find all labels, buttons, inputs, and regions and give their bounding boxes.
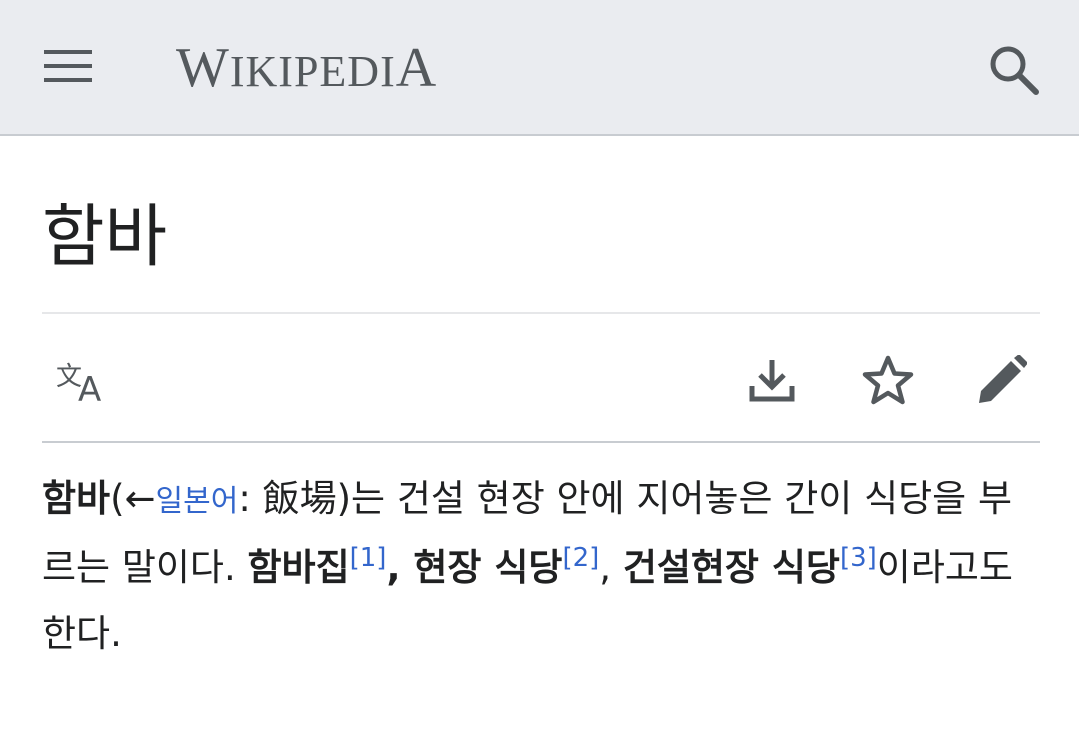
separator-1: ,: [386, 546, 414, 589]
hamburger-menu-icon[interactable]: [36, 34, 100, 98]
wordmark-first-letter: W: [176, 37, 230, 99]
alt-name-3: 건설현장 식당: [622, 546, 840, 589]
pencil-edit-icon[interactable]: [966, 340, 1038, 420]
page-title: 함바: [42, 198, 168, 277]
separator-2: ,: [599, 546, 623, 589]
article-lead-paragraph: 함바(←일본어: 飯場)는 건설 현장 안에 지어놓은 간이 식당을 부르는 말…: [42, 466, 1042, 667]
article-term: 함바: [42, 477, 111, 520]
wikipedia-wordmark[interactable]: W IKIPEDI A: [176, 38, 437, 98]
star-icon[interactable]: [852, 340, 924, 420]
reference-link-3[interactable]: [3]: [840, 543, 877, 573]
arrow-paren: (←: [110, 477, 156, 520]
search-icon[interactable]: [978, 34, 1050, 106]
page-actions-bar: 文 A: [0, 340, 1079, 420]
alt-name-1: 함바집: [247, 546, 350, 589]
language-icon[interactable]: 文 A: [42, 340, 114, 420]
wordmark-middle: IKIPEDI: [229, 47, 396, 96]
svg-text:A: A: [78, 370, 101, 405]
colon-text: :: [238, 477, 263, 520]
language-link-japanese[interactable]: 일본어: [156, 484, 239, 519]
download-icon[interactable]: [736, 340, 808, 420]
reference-link-1[interactable]: [1]: [350, 543, 387, 573]
alt-name-2: 현장 식당: [413, 546, 563, 589]
actions-divider: [42, 441, 1040, 443]
original-kanji: 飯場: [262, 477, 337, 520]
title-divider: [42, 312, 1040, 314]
top-header-bar: W IKIPEDI A: [0, 0, 1079, 136]
reference-link-2[interactable]: [2]: [562, 543, 599, 573]
wordmark-last-letter: A: [395, 37, 438, 99]
